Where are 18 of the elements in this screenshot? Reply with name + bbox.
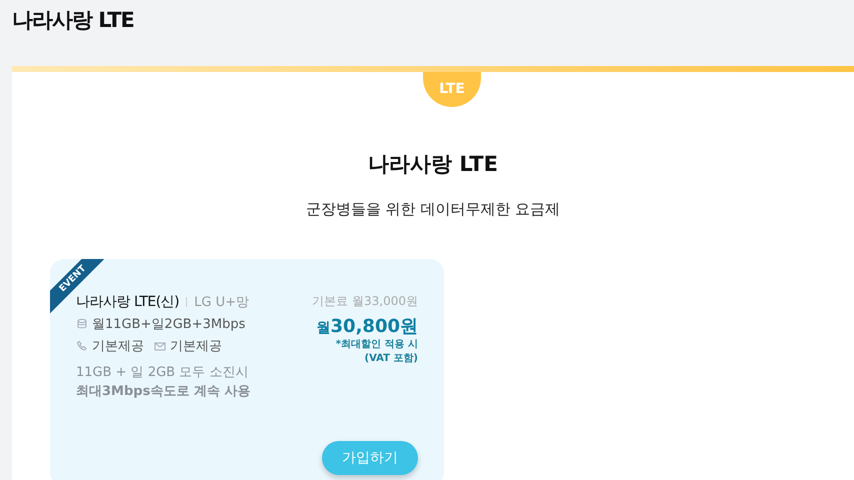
base-price: 기본료 월33,000원 <box>312 293 418 310</box>
network-label: LG U+망 <box>194 294 250 311</box>
plan-note: 최대3Mbps속도로 계속 사용 <box>76 383 252 401</box>
price-note: *최대할인 적용 시 <box>336 338 418 352</box>
page-title: 나라사랑 LTE <box>11 7 135 34</box>
plan-price: 월30,800원 <box>316 315 418 338</box>
sms-allowance: 기본제공 <box>170 338 222 355</box>
database-icon <box>76 318 88 330</box>
data-allowance: 월11GB+일2GB+3Mbps <box>92 316 246 333</box>
price-note: (VAT 포함) <box>364 352 418 366</box>
section-subtitle: 군장병들을 위한 데이터무제한 요금제 <box>306 200 560 219</box>
phone-icon <box>76 340 88 352</box>
envelope-icon <box>154 340 166 352</box>
voice-allowance: 기본제공 <box>92 338 144 355</box>
plan-name: 나라사랑 LTE(신) <box>76 293 180 311</box>
join-button[interactable]: 가입하기 <box>322 441 418 475</box>
section-title: 나라사랑 LTE <box>368 151 498 178</box>
plan-note: 11GB + 일 2GB 모두 소진시 <box>76 364 250 382</box>
